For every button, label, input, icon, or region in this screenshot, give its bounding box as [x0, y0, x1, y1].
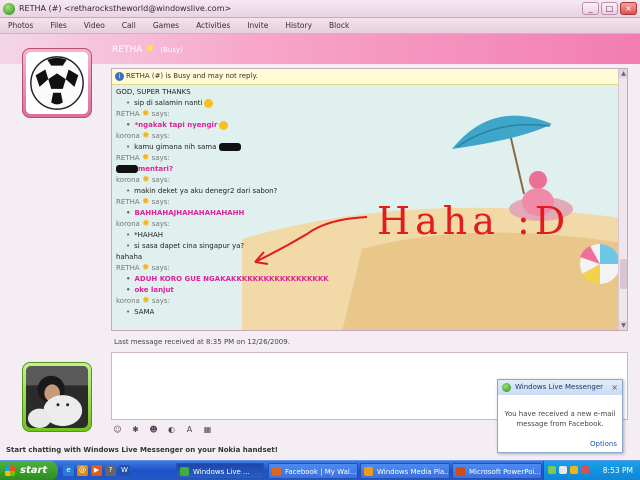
toast-options-link[interactable]: Options	[590, 440, 617, 448]
menu-invite[interactable]: Invite	[247, 21, 268, 30]
conversation-pane[interactable]: i RETHA (#) is Busy and may not reply. G…	[111, 68, 628, 331]
menu-photos[interactable]: Photos	[8, 21, 33, 30]
sun-icon: ✹	[145, 42, 155, 55]
messenger-icon	[3, 3, 15, 15]
media-icon[interactable]: ▶	[91, 465, 102, 476]
menu-activities[interactable]: Activities	[196, 21, 230, 30]
last-message-status: Last message received at 8:35 PM on 12/2…	[114, 338, 290, 346]
toast-title: Windows Live Messenger	[515, 383, 604, 391]
toast-message[interactable]: You have received a new e-mail message f…	[498, 395, 622, 429]
background-icon[interactable]: ▦	[201, 424, 214, 435]
own-avatar[interactable]	[22, 362, 92, 432]
soccer-ball-picture	[26, 52, 88, 114]
conversation-scrollbar[interactable]: ▲ ▼	[618, 69, 627, 330]
word-icon[interactable]: W	[119, 465, 130, 476]
menu-history[interactable]: History	[285, 21, 312, 30]
start-label: start	[20, 465, 48, 476]
messenger-icon	[180, 467, 189, 476]
scroll-down-icon[interactable]: ▼	[619, 321, 627, 330]
volume-icon[interactable]	[581, 466, 589, 474]
tray-app-icon[interactable]	[548, 466, 556, 474]
contact-status: (Busy)	[160, 46, 183, 54]
title-bar: RETHA (#) <retharockstheworld@windowsliv…	[0, 0, 640, 18]
media-player-icon	[364, 467, 373, 476]
toast-header: Windows Live Messenger ×	[498, 380, 622, 395]
contact-avatar[interactable]	[22, 48, 92, 118]
toast-close-button[interactable]: ×	[611, 380, 618, 395]
messenger-icon	[502, 383, 511, 392]
quick-launch: e @ ▶ ? W	[63, 465, 130, 476]
annotation-arrow	[254, 216, 368, 263]
powerpoint-icon	[456, 467, 465, 476]
user-photo	[26, 366, 88, 428]
voice-clip-icon[interactable]: ◐	[165, 424, 178, 435]
taskbar: start e @ ▶ ? W Windows Live ... Faceboo…	[0, 460, 640, 480]
window-controls: _ □ ×	[582, 2, 637, 15]
menu-games[interactable]: Games	[153, 21, 179, 30]
menu-block[interactable]: Block	[329, 21, 349, 30]
emoticon-icon[interactable]: ☺	[111, 424, 124, 435]
font-icon[interactable]: A	[183, 424, 196, 435]
nudge-icon[interactable]: ☻	[147, 424, 160, 435]
ie-icon[interactable]: e	[63, 465, 74, 476]
handwritten-annotation: Haha :D	[254, 199, 570, 265]
menu-video[interactable]: Video	[84, 21, 105, 30]
network-icon[interactable]	[559, 466, 567, 474]
task-messenger[interactable]: Windows Live ...	[176, 463, 264, 479]
help-icon[interactable]: ?	[105, 465, 116, 476]
firefox-icon	[272, 467, 281, 476]
security-icon[interactable]	[570, 466, 578, 474]
menu-call[interactable]: Call	[122, 21, 136, 30]
mail-icon[interactable]: @	[77, 465, 88, 476]
start-button[interactable]: start	[0, 461, 58, 480]
system-tray: 8:53 PM	[543, 461, 640, 480]
email-notification-toast[interactable]: Windows Live Messenger × You have receiv…	[497, 379, 623, 453]
annotation-text: Haha :D	[377, 199, 570, 243]
minimize-button[interactable]: _	[582, 2, 599, 15]
close-button[interactable]: ×	[620, 2, 637, 15]
contact-name-line: RETHA ✹ (Busy)	[112, 42, 183, 55]
clock[interactable]: 8:53 PM	[603, 466, 633, 475]
task-facebook[interactable]: Facebook | My Wal...	[268, 463, 358, 479]
task-powerpoint[interactable]: Microsoft PowerPoi...	[452, 463, 542, 479]
menu-bar: Photos Files Video Call Games Activities…	[0, 18, 640, 34]
scroll-thumb[interactable]	[620, 259, 627, 289]
maximize-button[interactable]: □	[601, 2, 618, 15]
windows-logo-icon	[5, 466, 15, 476]
input-toolbar: ☺ ✱ ☻ ◐ A ▦	[111, 422, 214, 436]
contact-name[interactable]: RETHA	[112, 45, 142, 55]
wink-icon[interactable]: ✱	[129, 424, 142, 435]
nokia-promo-link[interactable]: Start chatting with Windows Live Messeng…	[6, 446, 278, 454]
task-media-player[interactable]: Windows Media Pla...	[360, 463, 450, 479]
contact-header	[0, 34, 640, 64]
menu-files[interactable]: Files	[50, 21, 66, 30]
window-title: RETHA (#) <retharockstheworld@windowsliv…	[19, 4, 232, 13]
scroll-up-icon[interactable]: ▲	[619, 69, 627, 78]
